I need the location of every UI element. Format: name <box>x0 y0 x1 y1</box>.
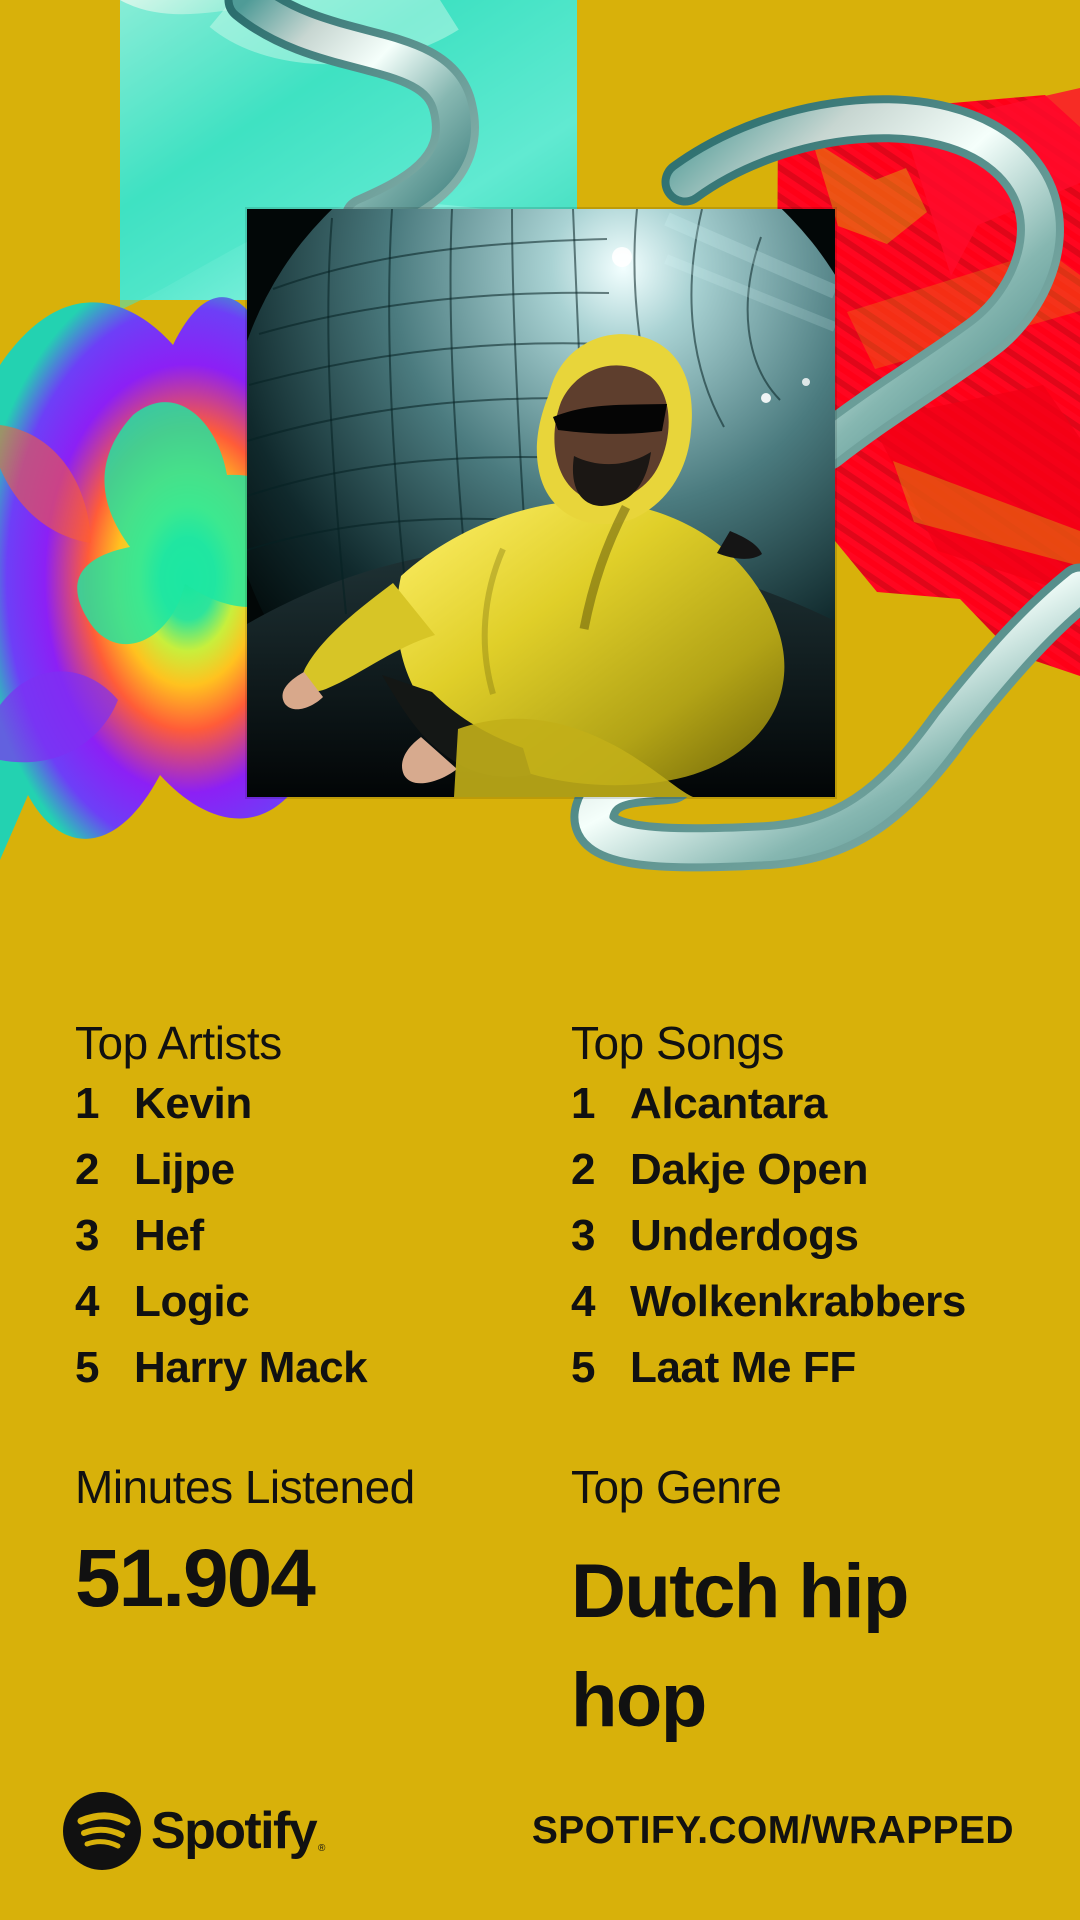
rank-number: 5 <box>571 1342 596 1392</box>
minutes-listened-label: Minutes Listened <box>75 1461 415 1513</box>
top-songs-list: 1 Alcantara 2 Dakje Open 3 Underdogs 4 Wolke… <box>571 1079 1041 1409</box>
top-artist-row: 1 Kevin <box>75 1079 545 1145</box>
rank-number: 3 <box>571 1210 596 1260</box>
song-name: Laat Me FF <box>630 1342 856 1392</box>
spotify-logo-text: Spotify <box>151 1802 318 1860</box>
top-artist-row: 4 Logic <box>75 1277 545 1343</box>
song-name: Underdogs <box>630 1210 859 1260</box>
top-artists-title: Top Artists <box>75 1017 282 1069</box>
hooded-artist-photo-icon <box>247 209 835 797</box>
sound-waves-icon <box>77 1812 131 1849</box>
artist-name: Kevin <box>134 1078 252 1128</box>
minutes-listened-value: 51.904 <box>75 1533 316 1624</box>
rank-number: 4 <box>75 1276 100 1326</box>
top-artists-list: 1 Kevin 2 Lijpe 3 Hef 4 Logic 5 Harry Mack <box>75 1079 545 1409</box>
artist-name: Logic <box>134 1276 250 1326</box>
top-genre-value: Dutch hip hop <box>571 1549 909 1743</box>
rank-number: 2 <box>75 1144 100 1194</box>
wrapped-footer: Spotify ® SPOTIFY.COM/WRAPPED <box>0 1790 1080 1880</box>
rank-number: 2 <box>571 1144 596 1194</box>
top-song-row: 4 Wolkenkrabbers <box>571 1277 1041 1343</box>
song-name: Wolkenkrabbers <box>630 1276 966 1326</box>
spotify-logo[interactable]: Spotify ® <box>63 1790 325 1872</box>
top-song-row: 2 Dakje Open <box>571 1145 1041 1211</box>
artist-cover-image <box>247 209 835 797</box>
artist-name: Hef <box>134 1210 204 1260</box>
wrapped-link[interactable]: SPOTIFY.COM/WRAPPED <box>532 1811 1014 1850</box>
top-song-row: 1 Alcantara <box>571 1079 1041 1145</box>
trademark-symbol: ® <box>318 1843 326 1854</box>
spotify-logo-icon <box>63 1792 141 1870</box>
artist-name: Harry Mack <box>134 1342 368 1392</box>
top-artist-row: 3 Hef <box>75 1211 545 1277</box>
top-genre-label: Top Genre <box>571 1461 782 1513</box>
top-songs-section: Top Songs 1 Alcantara 2 Dakje Open 3 Underd… <box>571 1017 1041 1409</box>
wrapped-stats: Top Artists 1 Kevin 2 Lijpe 3 Hef 4 Logic 5H… <box>0 1017 1080 1778</box>
top-songs-title: Top Songs <box>571 1017 784 1069</box>
rank-number: 1 <box>75 1078 100 1128</box>
song-name: Dakje Open <box>630 1144 869 1194</box>
artist-name: Lijpe <box>134 1144 235 1194</box>
top-song-row: 5 Laat Me FF <box>571 1343 1041 1409</box>
rank-number: 4 <box>571 1276 596 1326</box>
top-artists-section: Top Artists 1 Kevin 2 Lijpe 3 Hef 4 Logic 5H… <box>75 1017 545 1409</box>
top-song-row: 3 Underdogs <box>571 1211 1041 1277</box>
top-artist-row: 2 Lijpe <box>75 1145 545 1211</box>
rank-number: 3 <box>75 1210 100 1260</box>
top-artist-row: 5 Harry Mack <box>75 1343 545 1409</box>
song-name: Alcantara <box>630 1078 827 1128</box>
rank-number: 1 <box>571 1078 596 1128</box>
rank-number: 5 <box>75 1342 100 1392</box>
